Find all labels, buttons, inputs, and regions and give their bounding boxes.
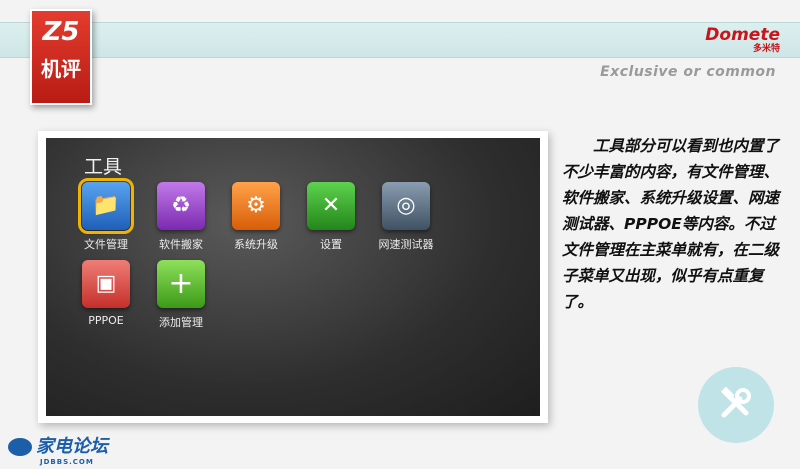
- forum-logo: 家电论坛 JDBBS.COM: [8, 432, 108, 466]
- screen-title: 工具: [84, 156, 123, 178]
- forum-icon: [8, 438, 32, 456]
- speed-test-icon: ◎: [382, 182, 430, 230]
- tv-screen: 工具 📁 文件管理 ♻ 软件搬家 ⚙ 系统升级 ✕ 设置 ◎ 网速测试器 ▣ P: [46, 138, 540, 416]
- app-label: 文件管理: [84, 238, 128, 251]
- header-band: [0, 22, 800, 58]
- app-label: PPPOE: [88, 314, 124, 327]
- brand-logo: Domete 多米特: [705, 26, 780, 54]
- forum-name: 家电论坛: [36, 436, 108, 457]
- add-manage-glyph: +: [168, 266, 194, 301]
- pppoe-icon: ▣: [82, 260, 130, 308]
- add-manage-icon: +: [157, 260, 205, 308]
- app-mover-icon: ♻: [157, 182, 205, 230]
- app-label: 添加管理: [159, 316, 203, 329]
- badge-label: 机评: [41, 57, 81, 81]
- app-mover[interactable]: ♻ 软件搬家: [145, 182, 217, 252]
- app-pppoe[interactable]: ▣ PPPOE: [70, 260, 142, 327]
- brand-sub: 多米特: [752, 44, 780, 54]
- system-upgrade-icon: ⚙: [232, 182, 280, 230]
- forum-domain: JDBBS.COM: [40, 458, 94, 466]
- app-speed-test[interactable]: ◎ 网速测试器: [370, 182, 442, 252]
- app-label: 设置: [320, 238, 342, 251]
- app-label: 系统升级: [234, 238, 278, 251]
- app-settings[interactable]: ✕ 设置: [295, 182, 367, 252]
- tagline: Exclusive or common: [600, 64, 776, 80]
- app-label: 网速测试器: [378, 238, 434, 251]
- system-upgrade-glyph: ⚙: [246, 193, 266, 218]
- wrench-hammer-icon: [720, 386, 751, 418]
- speed-test-glyph: ◎: [396, 193, 416, 218]
- brand-name: Domete: [705, 25, 780, 45]
- settings-glyph: ✕: [321, 193, 341, 218]
- settings-icon: ✕: [307, 182, 355, 230]
- app-label: 软件搬家: [159, 238, 203, 251]
- pppoe-glyph: ▣: [95, 271, 117, 296]
- app-system-upgrade[interactable]: ⚙ 系统升级: [220, 182, 292, 252]
- description-text: 工具部分可以看到也内置了不少丰富的内容，有文件管理、软件搬家、系统升级设置、网速…: [562, 137, 780, 311]
- app-file-manager[interactable]: 📁 文件管理: [70, 178, 142, 252]
- tools-icon: [698, 367, 774, 443]
- app-mover-glyph: ♻: [171, 193, 191, 218]
- app-add-manage[interactable]: + 添加管理: [145, 260, 217, 330]
- badge-model: Z5: [42, 17, 80, 47]
- review-badge: Z5 机评: [30, 9, 92, 105]
- file-manager-glyph: 📁: [92, 193, 120, 218]
- file-manager-icon: 📁: [78, 178, 134, 234]
